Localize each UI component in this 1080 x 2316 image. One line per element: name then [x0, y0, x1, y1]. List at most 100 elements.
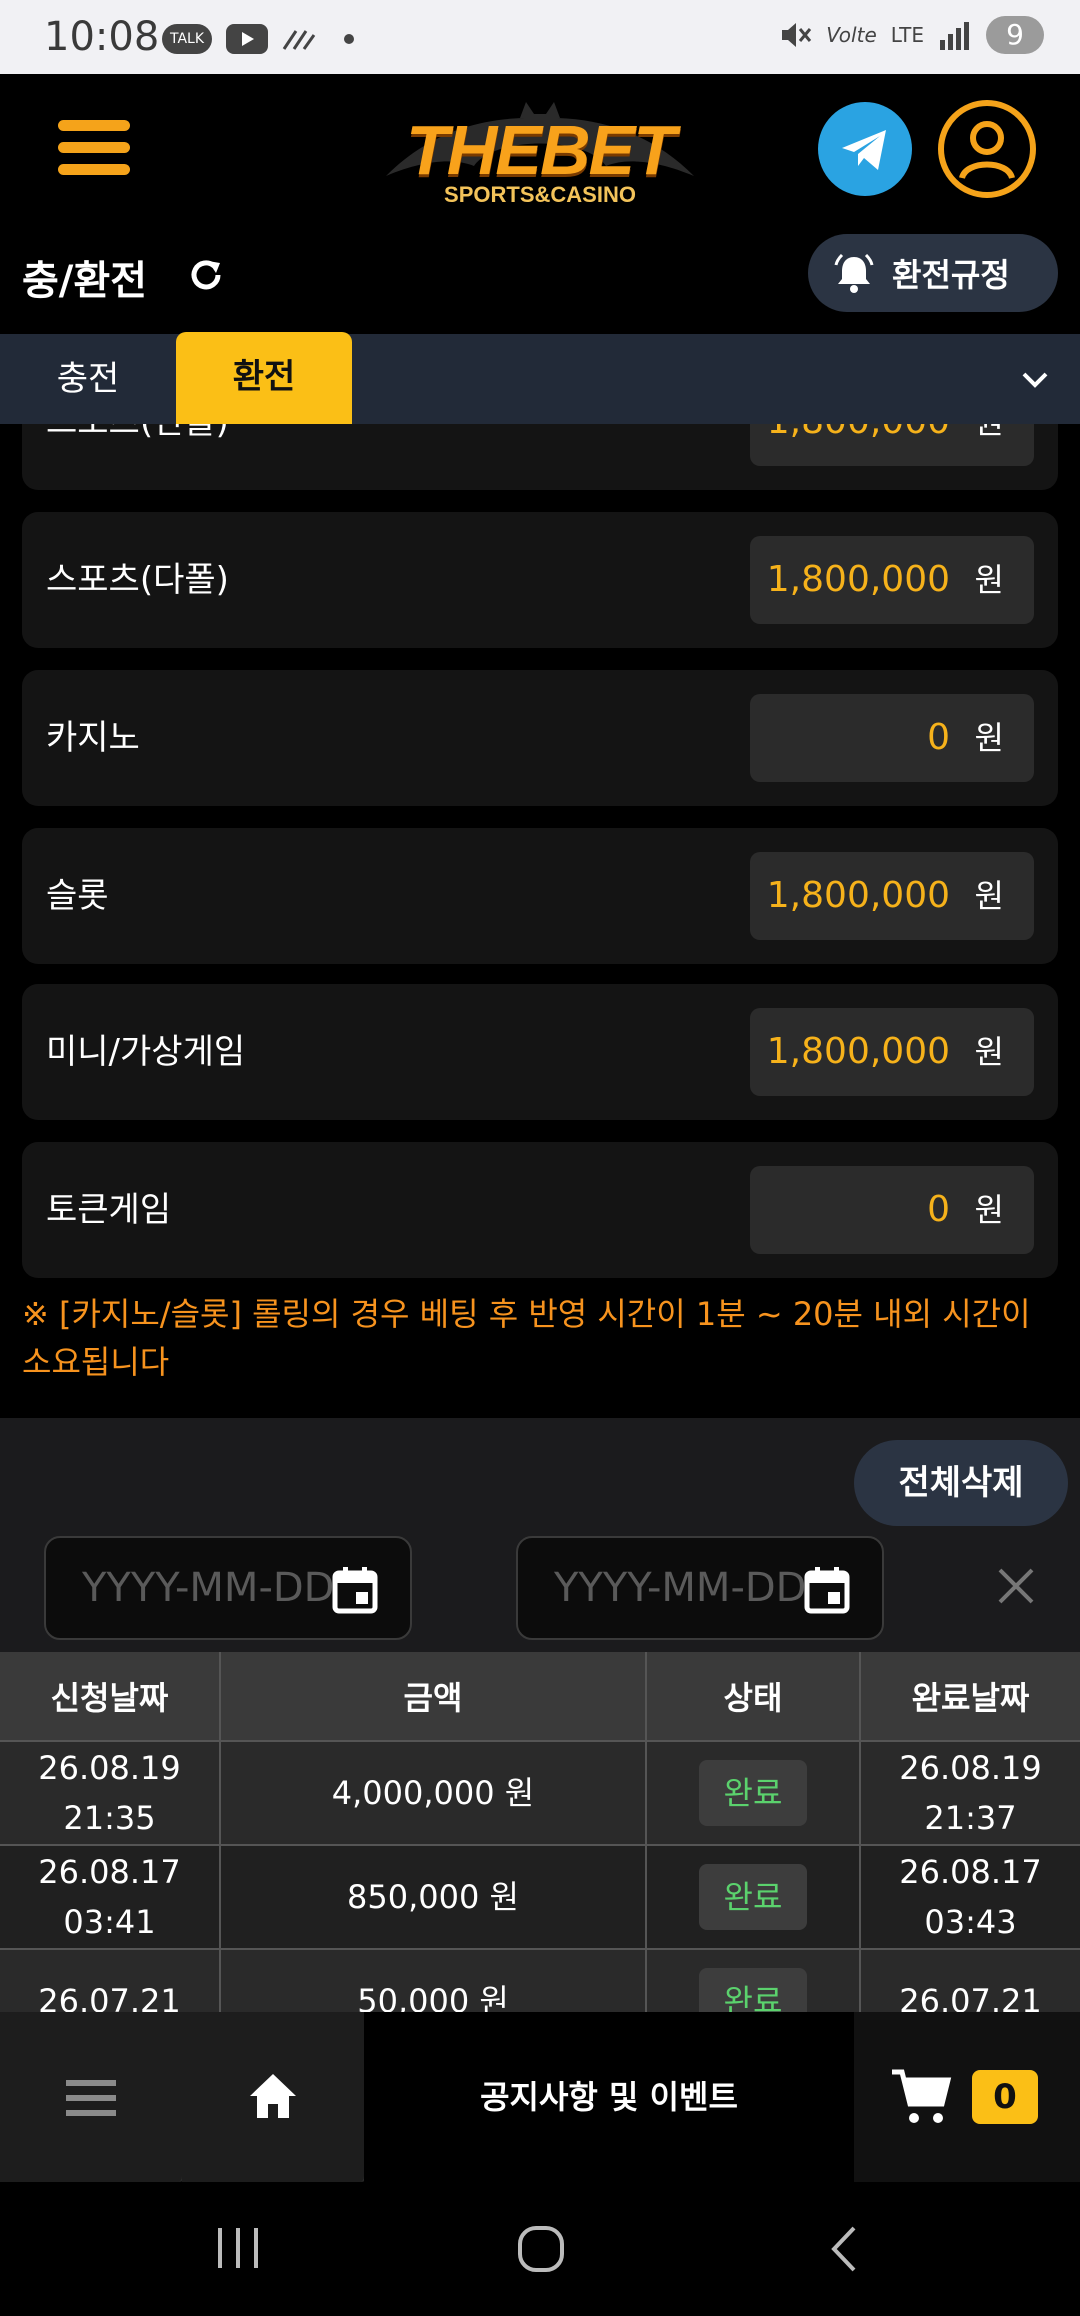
- complete-date: 26.08.19: [899, 1749, 1042, 1787]
- complete-date: 26.08.17: [899, 1853, 1042, 1891]
- complete-time: 21:37: [924, 1799, 1017, 1837]
- amount-value: 0: [927, 717, 950, 758]
- signal-mute-icon: [282, 30, 316, 50]
- status-time: 10:08: [44, 14, 160, 60]
- amount-unit: 원: [974, 877, 1004, 915]
- amount-unit: 원: [974, 1191, 1004, 1229]
- amount-unit: 원: [974, 561, 1004, 599]
- status-badge: 완료: [699, 1968, 807, 2012]
- exchange-rules-button[interactable]: 환전규정: [808, 234, 1058, 312]
- row-label: 스포츠(다폴): [46, 560, 229, 600]
- rolling-notice: ※ [카지노/슬롯] 롤링의 경우 베팅 후 반영 시간이 1분 ~ 20분 내…: [22, 1295, 1031, 1381]
- exchange-rules-label: 환전규정: [892, 256, 1010, 294]
- talk-icon: TALK: [162, 24, 213, 54]
- rolling-row-mini-virtual: 미니/가상게임 1,800,000 원: [22, 984, 1058, 1120]
- row-label: 카지노: [46, 718, 140, 758]
- delete-all-button[interactable]: 전체삭제: [854, 1440, 1068, 1526]
- row-label: 토큰게임: [46, 1190, 172, 1230]
- amount-value: 1,800,000: [766, 875, 950, 916]
- battery-icon: 9: [986, 16, 1044, 54]
- list-menu-icon: [66, 2080, 116, 2116]
- calendar-icon[interactable]: [332, 1566, 378, 1614]
- mute-icon: [782, 23, 812, 47]
- table-row: 26.07.21 50,000 원 완료 26.07.21: [0, 1948, 1080, 2012]
- amount-box: 1,800,000 원: [750, 424, 1034, 466]
- youtube-icon: [226, 24, 269, 54]
- amount-unit: 원: [974, 719, 1004, 757]
- date-from-input[interactable]: YYYY-MM-DD: [44, 1536, 412, 1640]
- logo-subtext: SPORTS&CASINO: [444, 182, 636, 207]
- home-button[interactable]: [182, 2012, 366, 2182]
- notice-event-link[interactable]: 공지사항 및 이벤트: [364, 2012, 854, 2182]
- complete-time: 03:43: [924, 1903, 1017, 1941]
- col-request-date: 신청날짜: [0, 1652, 221, 1741]
- amount-value: 1,800,000: [766, 559, 950, 600]
- home-circle-icon[interactable]: [516, 2224, 566, 2274]
- amount-box: 1,800,000 원: [750, 852, 1034, 940]
- history-table: 신청날짜 금액 상태 완료날짜 26.08.19 21:35 4,000,000 …: [0, 1652, 1080, 2012]
- request-time: 03:41: [63, 1903, 156, 1941]
- volte-icon: Volte: [826, 23, 877, 47]
- calendar-icon[interactable]: [804, 1566, 850, 1614]
- refresh-icon[interactable]: [186, 255, 226, 295]
- col-status: 상태: [646, 1652, 861, 1741]
- col-complete-date: 완료날짜: [860, 1652, 1080, 1741]
- signal-icon: [940, 22, 969, 50]
- date-to-input[interactable]: YYYY-MM-DD: [516, 1536, 884, 1640]
- clipped-row-container: 스포츠(단폴) 1,800,000 원: [0, 424, 1080, 490]
- tab-exchange[interactable]: 환전: [176, 332, 352, 424]
- amount-box: 1,800,000 원: [750, 536, 1034, 624]
- bottom-nav: 공지사항 및 이벤트 0: [0, 2012, 1080, 2182]
- amount-value: 0: [927, 1189, 950, 1230]
- table-row: 26.08.17 03:41 850,000 원 완료 26.08.17 03:43: [0, 1844, 1080, 1949]
- rolling-row-slot: 슬롯 1,800,000 원: [22, 828, 1058, 964]
- rolling-row-casino: 카지노 0 원: [22, 670, 1058, 806]
- dot-icon: [344, 34, 355, 44]
- history-table-viewport: 신청날짜 금액 상태 완료날짜 26.08.19 21:35 4,000,000 …: [0, 1652, 1080, 2012]
- telegram-button[interactable]: [818, 102, 912, 196]
- page-title: 충/환전: [22, 258, 148, 304]
- amount-value: 1,800,000: [766, 1031, 950, 1072]
- rolling-row-sports-multi: 스포츠(다폴) 1,800,000 원: [22, 512, 1058, 648]
- rolling-row-sports-single: 스포츠(단폴) 1,800,000 원: [22, 424, 1058, 490]
- complete-date: 26.07.21: [899, 1982, 1042, 2012]
- request-time: 21:35: [63, 1799, 156, 1837]
- cart-icon: [892, 2069, 952, 2123]
- amount: 4,000,000 원: [220, 1740, 647, 1845]
- amount: 850,000 원: [220, 1844, 647, 1949]
- tab-charge[interactable]: 충전: [20, 334, 156, 424]
- clear-dates-icon[interactable]: [994, 1564, 1038, 1608]
- bottom-menu-button[interactable]: [0, 2012, 184, 2182]
- amount-box: 0 원: [750, 1166, 1034, 1254]
- request-date: 26.08.19: [38, 1749, 181, 1787]
- chevron-down-icon[interactable]: [1018, 362, 1052, 396]
- date-to-placeholder: YYYY-MM-DD: [554, 1565, 804, 1611]
- request-date: 26.08.17: [38, 1853, 181, 1891]
- user-icon: [959, 121, 1015, 180]
- col-amount: 금액: [220, 1652, 647, 1741]
- recent-apps-icon[interactable]: [214, 2224, 264, 2272]
- request-date: 26.07.21: [38, 1982, 181, 2012]
- user-button[interactable]: [938, 100, 1036, 198]
- logo[interactable]: THEBET SPORTS&CASINO: [386, 96, 694, 216]
- status-badge: 완료: [699, 1864, 807, 1930]
- row-label: 스포츠(단폴): [46, 424, 229, 490]
- amount: 50,000 원: [220, 1948, 647, 2012]
- logo-text: THEBET: [406, 111, 676, 189]
- lte-icon: LTE: [890, 23, 924, 47]
- menu-icon[interactable]: [58, 120, 130, 176]
- rolling-row-token-game: 토큰게임 0 원: [22, 1142, 1058, 1278]
- cart-count-badge: 0: [972, 2070, 1038, 2124]
- back-icon[interactable]: [824, 2224, 864, 2274]
- amount-box: 0 원: [750, 694, 1034, 782]
- amount-box: 1,800,000 원: [750, 1008, 1034, 1096]
- date-from-placeholder: YYYY-MM-DD: [82, 1565, 332, 1611]
- row-label: 미니/가상게임: [46, 1032, 246, 1072]
- status-badge: 완료: [699, 1760, 807, 1826]
- bell-icon: [834, 253, 874, 293]
- home-icon: [250, 2074, 296, 2118]
- cart-button[interactable]: 0: [854, 2012, 1080, 2182]
- amount-value: 1,800,000: [767, 424, 950, 466]
- system-nav-bar: [0, 2182, 1080, 2316]
- tab-bar: 충전 환전: [0, 332, 1080, 424]
